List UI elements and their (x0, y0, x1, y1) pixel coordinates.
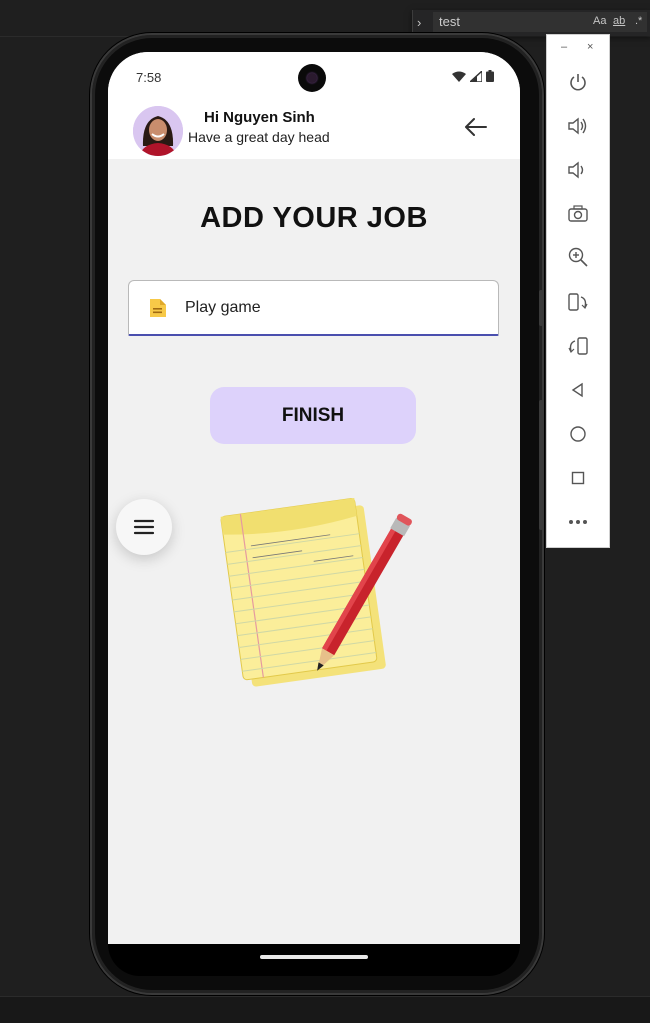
greeting-name: Hi Nguyen Sinh (204, 109, 315, 126)
wifi-icon (452, 71, 466, 82)
zoom-in-icon (568, 247, 588, 267)
phone-chin (108, 944, 520, 976)
page-title: ADD YOUR JOB (200, 202, 428, 234)
editor-top-bar: › test Aa ab .* (0, 0, 650, 37)
rotate-right-icon (568, 337, 588, 355)
menu-icon (133, 519, 155, 535)
rotate-left-icon (568, 293, 588, 311)
status-bar: 7:58 (108, 52, 520, 102)
signal-icon (470, 70, 482, 82)
find-expand-toggle[interactable]: › (417, 15, 421, 30)
phone-side-button (539, 290, 543, 326)
nav-overview-button[interactable] (563, 463, 593, 493)
rotate-right-button[interactable] (563, 331, 593, 361)
nav-home-button[interactable] (563, 419, 593, 449)
more-button[interactable] (563, 507, 593, 537)
back-icon (571, 382, 583, 398)
editor-status-bar (0, 996, 650, 1023)
volume-up-icon (568, 117, 587, 135)
job-input-value: Play game (185, 299, 261, 316)
status-icons (452, 70, 494, 82)
menu-fab[interactable] (116, 499, 172, 555)
phone-side-button (539, 400, 543, 530)
overview-icon (571, 471, 585, 485)
close-button[interactable]: × (587, 41, 593, 53)
gesture-home-bar[interactable] (260, 955, 368, 959)
power-icon (570, 74, 586, 91)
minimize-button[interactable]: – (561, 41, 567, 53)
home-icon (570, 426, 586, 442)
app-header: Hi Nguyen Sinh Have a great day head (108, 102, 520, 159)
document-icon (150, 299, 166, 317)
rotate-left-button[interactable] (563, 287, 593, 317)
volume-up-button[interactable] (563, 111, 593, 141)
front-camera (298, 64, 326, 92)
back-button[interactable] (460, 112, 492, 142)
arrow-left-icon (465, 118, 487, 136)
zoom-button[interactable] (563, 242, 593, 272)
match-case-option[interactable]: Aa (593, 15, 606, 27)
regex-option[interactable]: .* (635, 15, 642, 27)
finish-button[interactable]: FINISH (210, 387, 416, 444)
avatar[interactable] (133, 106, 183, 156)
power-button[interactable] (563, 67, 593, 97)
nav-back-button[interactable] (563, 375, 593, 405)
screenshot-button[interactable] (563, 199, 593, 229)
camera-icon (568, 205, 588, 222)
job-input[interactable]: Play game (128, 280, 499, 336)
notepad-illustration (220, 498, 412, 687)
emulator-controls-panel: – × (546, 34, 610, 548)
volume-down-button[interactable] (563, 155, 593, 185)
app-screen: 7:58 Hi Nguyen Sinh Have a great day hea… (108, 52, 520, 944)
volume-down-icon (568, 161, 584, 179)
status-time: 7:58 (136, 70, 162, 85)
match-word-option[interactable]: ab (613, 15, 625, 27)
battery-icon (486, 70, 494, 82)
more-icon (569, 520, 587, 524)
greeting-subtitle: Have a great day head (188, 129, 330, 145)
